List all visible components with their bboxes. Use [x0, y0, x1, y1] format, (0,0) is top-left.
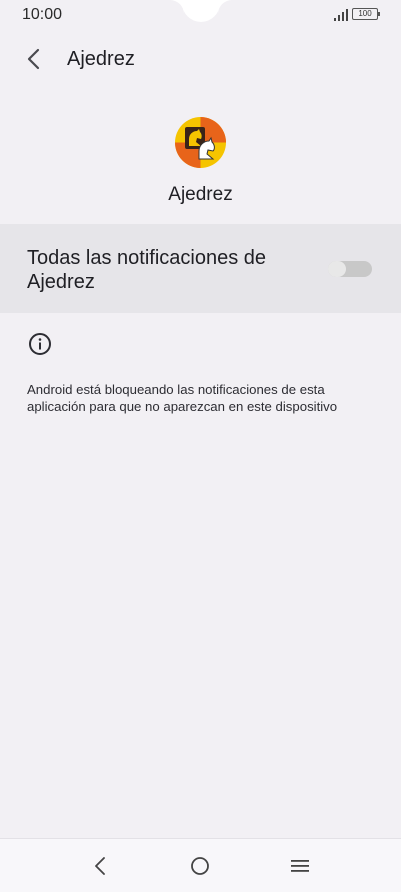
all-notifications-label: Todas las notificaciones de Ajedrez: [27, 247, 267, 293]
camera-notch: [182, 0, 220, 22]
nav-home-button[interactable]: [185, 851, 215, 881]
page-title: Ajedrez: [67, 48, 135, 70]
toggle-thumb: [328, 261, 346, 277]
navigation-bar: [0, 838, 401, 892]
app-name: Ajedrez: [168, 184, 233, 205]
all-notifications-row[interactable]: Todas las notificaciones de Ajedrez: [0, 224, 401, 313]
blocked-info-text: Android está bloqueando las notificacion…: [27, 382, 338, 414]
nav-recents-button[interactable]: [285, 851, 315, 881]
back-icon: [95, 857, 105, 875]
nav-back-button[interactable]: [85, 851, 115, 881]
recents-icon: [291, 860, 309, 872]
chevron-left-icon: [27, 48, 40, 70]
info-icon: [29, 333, 51, 355]
battery-icon: 100: [352, 8, 380, 20]
home-icon: [191, 857, 209, 875]
status-bar: 10:00 100: [0, 0, 401, 30]
signal-icon: [334, 9, 348, 21]
back-button[interactable]: [16, 42, 50, 76]
status-time: 10:00: [22, 6, 63, 23]
all-notifications-toggle[interactable]: [328, 261, 372, 277]
chess-knight-icon: [175, 117, 226, 168]
app-bar: Ajedrez: [0, 36, 401, 82]
